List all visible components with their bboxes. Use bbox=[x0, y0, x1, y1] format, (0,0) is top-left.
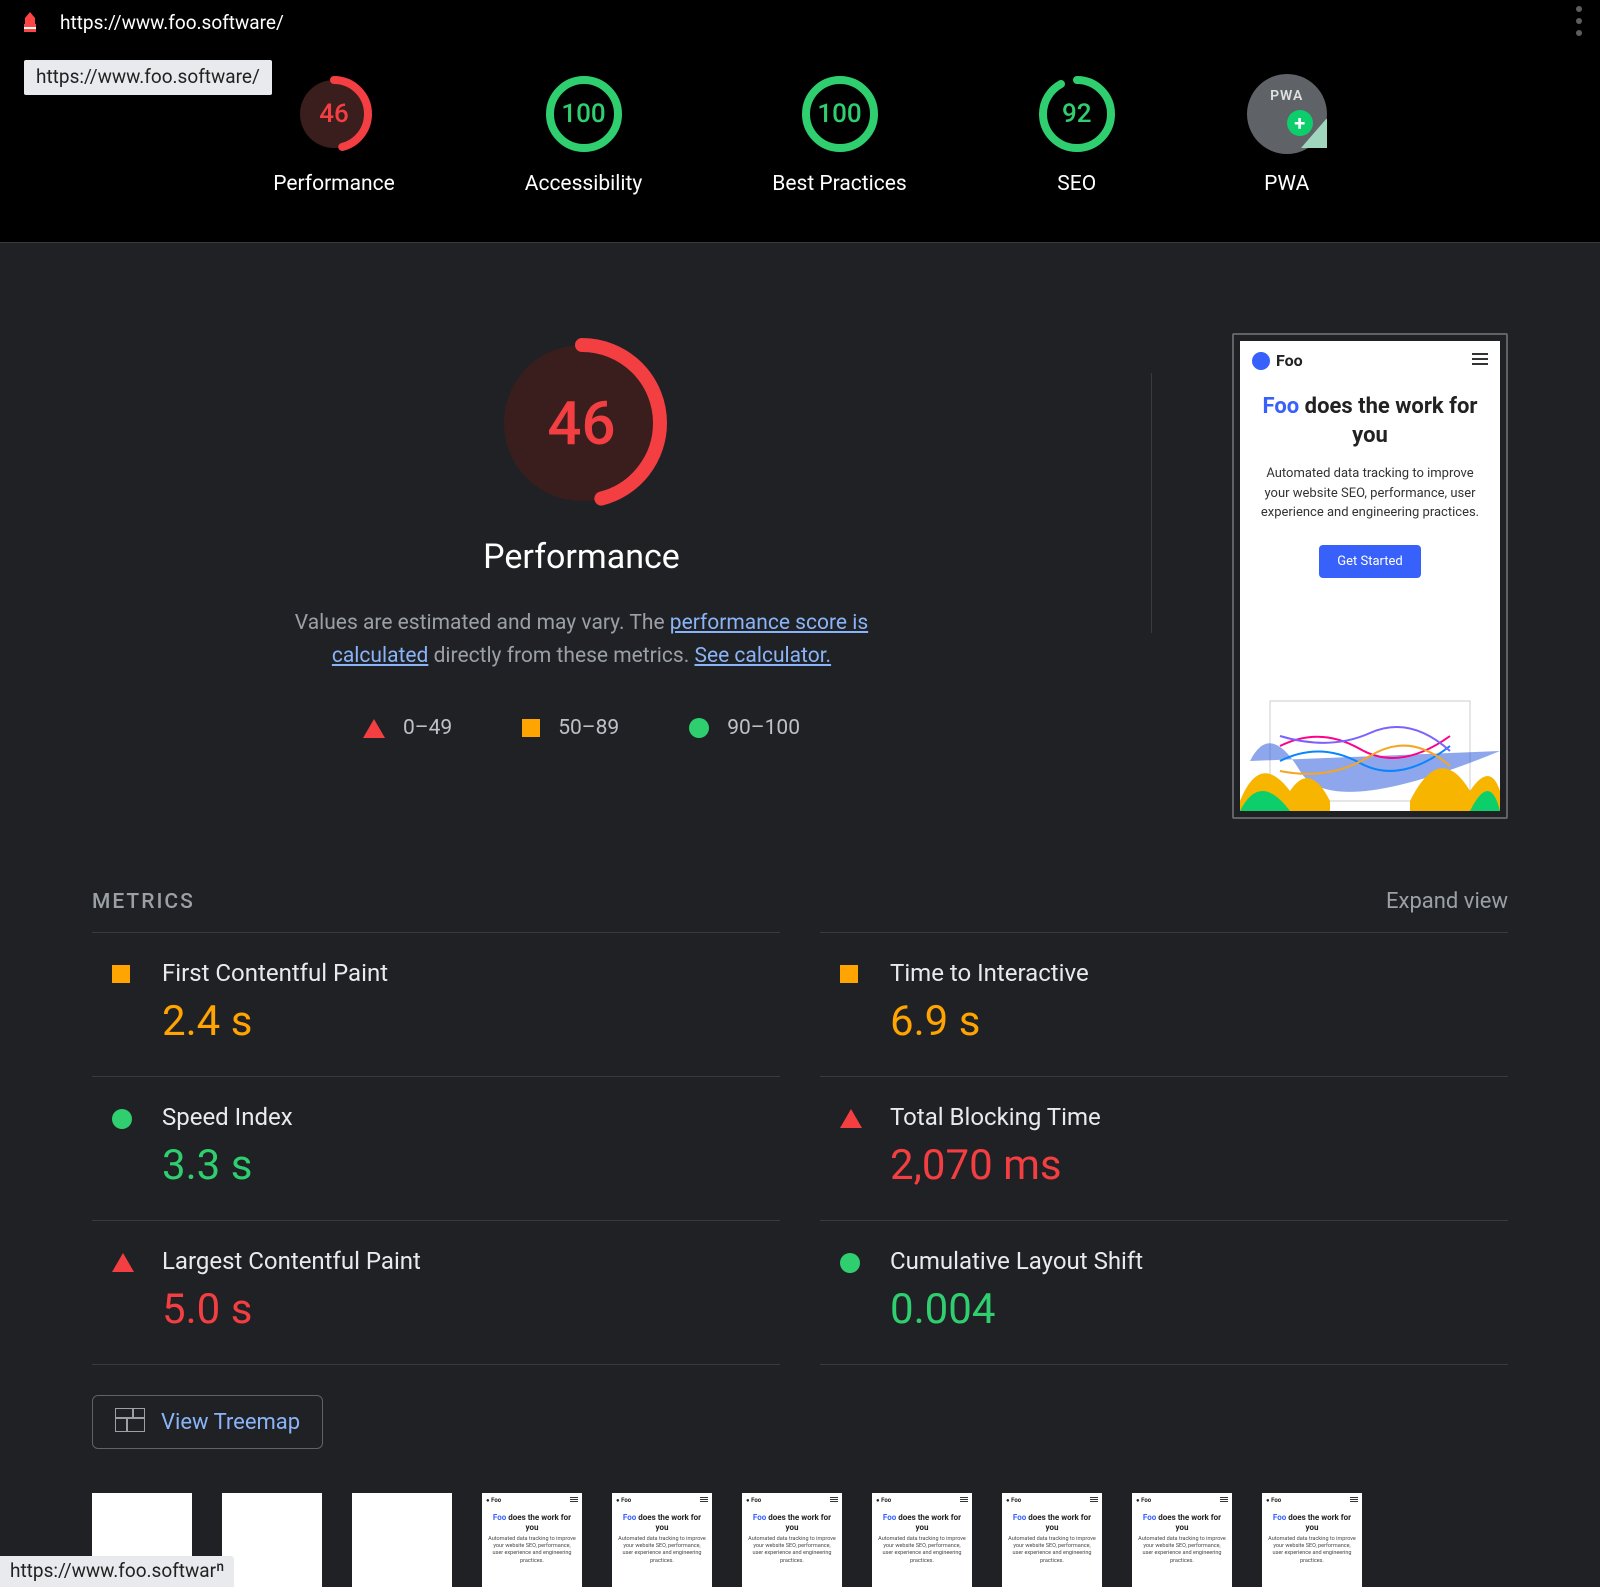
score-legend: 0–49 50–89 90–100 bbox=[363, 716, 800, 740]
filmstrip-frame[interactable]: ● Foo Foo does the work for you Automate… bbox=[742, 1493, 842, 1587]
metric-largest-contentful-paint[interactable]: Largest Contentful Paint 5.0 s bbox=[92, 1220, 780, 1365]
metric-time-to-interactive[interactable]: Time to Interactive 6.9 s bbox=[820, 932, 1508, 1076]
best-practices-gauge-icon: 100 bbox=[800, 74, 880, 154]
view-treemap-button[interactable]: View Treemap bbox=[92, 1395, 323, 1449]
filmstrip-frame[interactable]: ● Foo Foo does the work for you Automate… bbox=[1002, 1493, 1102, 1587]
accessibility-gauge-icon: 100 bbox=[544, 74, 624, 154]
gauge-performance[interactable]: 46 Performance bbox=[273, 74, 394, 196]
filmstrip-frame[interactable]: ● Foo Foo does the work for you Automate… bbox=[1262, 1493, 1362, 1587]
topbar: https://www.foo.software/ bbox=[0, 0, 1600, 44]
see-calculator-link[interactable]: See calculator. bbox=[694, 644, 831, 668]
expand-view-toggle[interactable]: Expand view bbox=[1386, 889, 1508, 914]
triangle-fail-icon bbox=[840, 1109, 862, 1128]
seo-gauge-icon: 92 bbox=[1037, 74, 1117, 154]
circle-pass-icon bbox=[840, 1253, 860, 1273]
metrics-heading: METRICS bbox=[92, 890, 195, 914]
performance-big-gauge-icon: 46 bbox=[492, 333, 672, 513]
gauge-best-practices[interactable]: 100 Best Practices bbox=[772, 74, 906, 196]
gauge-pwa[interactable]: PWA + PWA bbox=[1247, 74, 1327, 196]
gauge-seo[interactable]: 92 SEO bbox=[1037, 74, 1117, 196]
filmstrip-frame[interactable] bbox=[222, 1493, 322, 1587]
filmstrip-frame[interactable]: ● Foo Foo does the work for you Automate… bbox=[872, 1493, 972, 1587]
filmstrip-frame[interactable]: ● Foo Foo does the work for you Automate… bbox=[612, 1493, 712, 1587]
circle-pass-icon bbox=[112, 1109, 132, 1129]
hamburger-icon bbox=[1472, 353, 1488, 365]
audited-url[interactable]: https://www.foo.software/ bbox=[60, 11, 284, 34]
filmstrip: ● Foo Foo does the work for you Automate… bbox=[92, 1493, 1508, 1587]
square-average-icon bbox=[840, 965, 858, 983]
square-average-icon bbox=[112, 965, 130, 983]
lighthouse-logo-icon bbox=[18, 10, 42, 34]
triangle-fail-icon bbox=[363, 719, 385, 738]
report-content: 46 Performance Values are estimated and … bbox=[0, 243, 1600, 1587]
gauge-accessibility[interactable]: 100 Accessibility bbox=[525, 74, 643, 196]
page-screenshot-preview: Foo Foo does the work for you Automated … bbox=[1232, 333, 1508, 819]
browser-status-bar: https://www.foo.softwarⁿ bbox=[0, 1556, 234, 1587]
pwa-badge-icon: PWA + bbox=[1247, 74, 1327, 154]
performance-description: Values are estimated and may vary. The p… bbox=[262, 607, 902, 672]
metrics-grid: First Contentful Paint 2.4 s Time to Int… bbox=[92, 932, 1508, 1365]
square-average-icon bbox=[522, 719, 540, 737]
url-tooltip: https://www.foo.software/ bbox=[24, 60, 272, 95]
filmstrip-frame[interactable]: ● Foo Foo does the work for you Automate… bbox=[482, 1493, 582, 1587]
performance-gauge-icon: 46 bbox=[294, 74, 374, 154]
metric-total-blocking-time[interactable]: Total Blocking Time 2,070 ms bbox=[820, 1076, 1508, 1220]
filmstrip-frame[interactable]: ● Foo Foo does the work for you Automate… bbox=[1132, 1493, 1232, 1587]
circle-pass-icon bbox=[689, 718, 709, 738]
metric-first-contentful-paint[interactable]: First Contentful Paint 2.4 s bbox=[92, 932, 780, 1076]
overflow-menu-icon[interactable] bbox=[1576, 6, 1582, 36]
preview-cta-button: Get Started bbox=[1319, 545, 1420, 578]
filmstrip-frame[interactable] bbox=[352, 1493, 452, 1587]
preview-chart-icon bbox=[1240, 691, 1500, 811]
performance-section-title: Performance bbox=[483, 537, 680, 577]
metric-cumulative-layout-shift[interactable]: Cumulative Layout Shift 0.004 bbox=[820, 1220, 1508, 1365]
metric-speed-index[interactable]: Speed Index 3.3 s bbox=[92, 1076, 780, 1220]
triangle-fail-icon bbox=[112, 1253, 134, 1272]
treemap-icon bbox=[115, 1408, 145, 1436]
